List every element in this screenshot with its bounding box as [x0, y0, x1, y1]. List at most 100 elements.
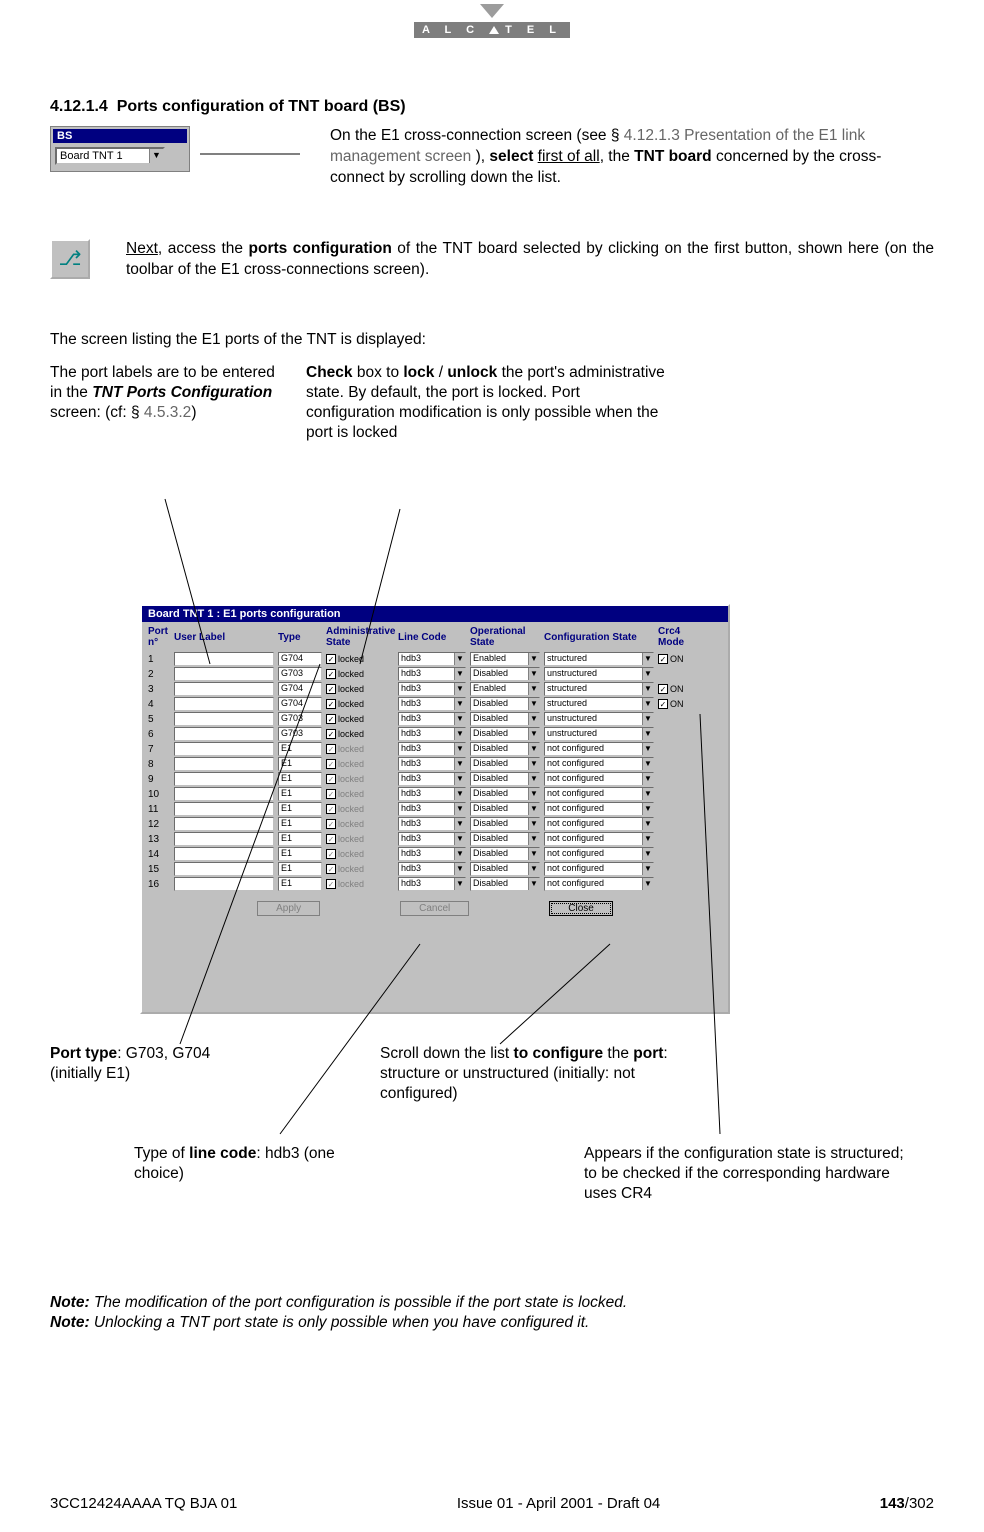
port-type-field[interactable]: G704	[278, 652, 322, 666]
chevron-down-icon[interactable]: ▼	[642, 788, 653, 800]
ports-config-toolbar-icon[interactable]: ⎇	[50, 239, 90, 279]
chevron-down-icon[interactable]: ▼	[642, 803, 653, 815]
chevron-down-icon[interactable]: ▼	[454, 653, 465, 665]
chevron-down-icon[interactable]: ▼	[642, 683, 653, 695]
configuration-state-select[interactable]: structured▼	[544, 682, 654, 696]
port-type-field[interactable]: E1	[278, 847, 322, 861]
xref-link[interactable]: 4.5.3.2	[144, 404, 191, 421]
port-type-field[interactable]: E1	[278, 802, 322, 816]
user-label-input[interactable]	[174, 712, 274, 726]
crc4-checkbox[interactable]: ✓ ON	[658, 684, 704, 694]
configuration-state-select[interactable]: unstructured▼	[544, 712, 654, 726]
line-code-select[interactable]: hdb3▼	[398, 862, 466, 876]
chevron-down-icon[interactable]: ▼	[454, 788, 465, 800]
user-label-input[interactable]	[174, 652, 274, 666]
crc4-checkbox[interactable]: ✓ ON	[658, 699, 704, 709]
adm-state-checkbox[interactable]: ✓ locked	[326, 684, 394, 694]
chevron-down-icon[interactable]: ▼	[454, 698, 465, 710]
configuration-state-select[interactable]: not configured▼	[544, 802, 654, 816]
user-label-input[interactable]	[174, 877, 274, 891]
port-type-field[interactable]: E1	[278, 772, 322, 786]
port-type-field[interactable]: E1	[278, 862, 322, 876]
port-type-field[interactable]: G703	[278, 667, 322, 681]
port-type-field[interactable]: E1	[278, 742, 322, 756]
chevron-down-icon[interactable]: ▼	[642, 863, 653, 875]
chevron-down-icon[interactable]: ▼	[642, 773, 653, 785]
chevron-down-icon[interactable]: ▼	[642, 668, 653, 680]
chevron-down-icon[interactable]: ▼	[642, 833, 653, 845]
line-code-select[interactable]: hdb3▼	[398, 772, 466, 786]
port-type-field[interactable]: E1	[278, 877, 322, 891]
port-type-field[interactable]: E1	[278, 817, 322, 831]
adm-state-checkbox[interactable]: ✓ locked	[326, 654, 394, 664]
chevron-down-icon[interactable]: ▼	[642, 728, 653, 740]
chevron-down-icon[interactable]: ▼	[454, 803, 465, 815]
line-code-select[interactable]: hdb3▼	[398, 697, 466, 711]
chevron-down-icon[interactable]: ▼	[642, 848, 653, 860]
line-code-select[interactable]: hdb3▼	[398, 817, 466, 831]
user-label-input[interactable]	[174, 862, 274, 876]
chevron-down-icon[interactable]: ▼	[642, 698, 653, 710]
line-code-select[interactable]: hdb3▼	[398, 832, 466, 846]
configuration-state-select[interactable]: not configured▼	[544, 817, 654, 831]
line-code-select[interactable]: hdb3▼	[398, 877, 466, 891]
adm-state-checkbox[interactable]: ✓ locked	[326, 669, 394, 679]
port-type-field[interactable]: G704	[278, 682, 322, 696]
user-label-input[interactable]	[174, 802, 274, 816]
user-label-input[interactable]	[174, 847, 274, 861]
line-code-select[interactable]: hdb3▼	[398, 727, 466, 741]
user-label-input[interactable]	[174, 832, 274, 846]
user-label-input[interactable]	[174, 772, 274, 786]
configuration-state-select[interactable]: unstructured▼	[544, 667, 654, 681]
configuration-state-select[interactable]: not configured▼	[544, 877, 654, 891]
configuration-state-select[interactable]: not configured▼	[544, 847, 654, 861]
close-button[interactable]: Close	[549, 901, 613, 916]
chevron-down-icon[interactable]: ▼	[642, 878, 653, 890]
user-label-input[interactable]	[174, 667, 274, 681]
line-code-select[interactable]: hdb3▼	[398, 712, 466, 726]
user-label-input[interactable]	[174, 817, 274, 831]
configuration-state-select[interactable]: structured▼	[544, 697, 654, 711]
port-type-field[interactable]: G703	[278, 712, 322, 726]
line-code-select[interactable]: hdb3▼	[398, 682, 466, 696]
chevron-down-icon[interactable]: ▼	[454, 833, 465, 845]
configuration-state-select[interactable]: not configured▼	[544, 742, 654, 756]
chevron-down-icon[interactable]: ▼	[454, 743, 465, 755]
port-type-field[interactable]: E1	[278, 787, 322, 801]
chevron-down-icon[interactable]: ▼	[642, 743, 653, 755]
configuration-state-select[interactable]: not configured▼	[544, 757, 654, 771]
user-label-input[interactable]	[174, 787, 274, 801]
port-type-field[interactable]: E1	[278, 832, 322, 846]
adm-state-checkbox[interactable]: ✓ locked	[326, 699, 394, 709]
configuration-state-select[interactable]: not configured▼	[544, 787, 654, 801]
line-code-select[interactable]: hdb3▼	[398, 847, 466, 861]
chevron-down-icon[interactable]: ▼	[454, 683, 465, 695]
chevron-down-icon[interactable]: ▼	[454, 878, 465, 890]
configuration-state-select[interactable]: not configured▼	[544, 772, 654, 786]
chevron-down-icon[interactable]: ▼	[454, 668, 465, 680]
line-code-select[interactable]: hdb3▼	[398, 802, 466, 816]
port-type-field[interactable]: E1	[278, 757, 322, 771]
user-label-input[interactable]	[174, 757, 274, 771]
user-label-input[interactable]	[174, 682, 274, 696]
port-type-field[interactable]: G704	[278, 697, 322, 711]
adm-state-checkbox[interactable]: ✓ locked	[326, 729, 394, 739]
user-label-input[interactable]	[174, 742, 274, 756]
adm-state-checkbox[interactable]: ✓ locked	[326, 714, 394, 724]
apply-button[interactable]: Apply	[257, 901, 320, 916]
chevron-down-icon[interactable]: ▼	[642, 653, 653, 665]
user-label-input[interactable]	[174, 697, 274, 711]
chevron-down-icon[interactable]: ▼	[642, 818, 653, 830]
chevron-down-icon[interactable]: ▼	[454, 728, 465, 740]
configuration-state-select[interactable]: unstructured▼	[544, 727, 654, 741]
line-code-select[interactable]: hdb3▼	[398, 667, 466, 681]
line-code-select[interactable]: hdb3▼	[398, 652, 466, 666]
line-code-select[interactable]: hdb3▼	[398, 787, 466, 801]
chevron-down-icon[interactable]: ▼	[454, 848, 465, 860]
chevron-down-icon[interactable]: ▼	[454, 818, 465, 830]
configuration-state-select[interactable]: not configured▼	[544, 862, 654, 876]
chevron-down-icon[interactable]: ▼	[454, 863, 465, 875]
crc4-checkbox[interactable]: ✓ ON	[658, 654, 704, 664]
chevron-down-icon[interactable]: ▼	[454, 758, 465, 770]
configuration-state-select[interactable]: not configured▼	[544, 832, 654, 846]
